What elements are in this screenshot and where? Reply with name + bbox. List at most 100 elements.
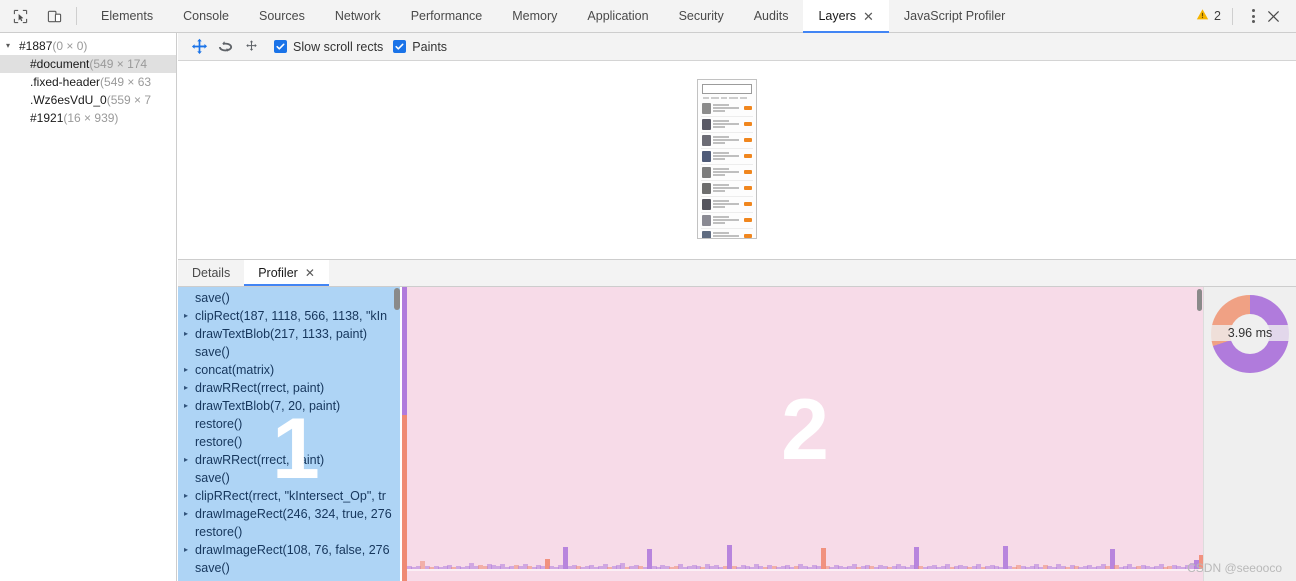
inspect-cursor-icon[interactable] (6, 4, 34, 28)
thumbnail-avatar (702, 183, 711, 194)
layer-node-name: #document (30, 57, 89, 71)
command-list-scrollbar[interactable] (394, 288, 400, 310)
tab-application[interactable]: Application (572, 0, 663, 33)
thumbnail-profile-card (701, 101, 753, 117)
paint-command-text: clipRect(187, 1118, 566, 1138, "kIn (195, 309, 387, 323)
tab-label: Performance (411, 9, 483, 23)
thumbnail-action-button (744, 122, 752, 126)
warning-counter[interactable]: 2 (1196, 8, 1221, 24)
thumbnail-avatar (702, 103, 711, 114)
subtab-close-icon[interactable]: ✕ (305, 266, 315, 280)
paint-canvas[interactable]: 2 (407, 287, 1203, 581)
expand-caret-icon[interactable]: ▸ (184, 509, 195, 518)
subtab-details[interactable]: Details (178, 260, 244, 286)
subtab-profiler[interactable]: Profiler ✕ (244, 260, 329, 286)
pan-move-icon[interactable] (186, 36, 212, 58)
layer-tree-row-document[interactable]: #document (549 × 174 (0, 55, 176, 73)
thumbnail-profile-card (701, 181, 753, 197)
layer-tree-row-1887[interactable]: ▾ #1887 (0 × 0) (0, 37, 176, 55)
paint-command-row[interactable]: ▸drawImageRect(246, 324, true, 276 (178, 505, 400, 523)
expand-caret-icon[interactable]: ▸ (184, 401, 195, 410)
paint-command-row[interactable]: ▸drawImageRect(108, 76, false, 276 (178, 541, 400, 559)
paint-area-scrollbar[interactable] (1197, 289, 1202, 311)
twisty-icon[interactable]: ▾ (6, 41, 16, 50)
tab-console[interactable]: Console (168, 0, 244, 33)
checkbox-slow-scroll-rects[interactable]: Slow scroll rects (274, 40, 383, 54)
paint-command-row[interactable]: ▸drawTextBlob(217, 1133, paint) (178, 325, 400, 343)
reset-transform-icon[interactable] (238, 36, 264, 58)
thumbnail-avatar (702, 135, 711, 146)
expand-caret-icon[interactable]: ▸ (184, 311, 195, 320)
checkbox-paints[interactable]: Paints (393, 40, 447, 54)
paint-command-text: drawImageRect(246, 324, true, 276 (195, 507, 392, 521)
histogram-baseline (407, 569, 1203, 571)
thumbnail-header-bar (702, 84, 752, 94)
tab-memory[interactable]: Memory (497, 0, 572, 33)
paint-command-text: restore() (195, 525, 242, 539)
expand-caret-icon[interactable]: ▸ (184, 455, 195, 464)
layer-thumbnail[interactable] (697, 79, 757, 239)
thumbnail-profile-card (701, 229, 753, 239)
paint-command-row[interactable]: ▸concat(matrix) (178, 361, 400, 379)
tab-close-icon[interactable]: ✕ (863, 10, 874, 23)
tab-label: Application (587, 9, 648, 23)
layer-tree-row-fixed-header[interactable]: .fixed-header (549 × 63 (0, 73, 176, 91)
device-toolbar-icon[interactable] (40, 4, 68, 28)
layer-node-dimensions: (559 × 7 (107, 93, 151, 107)
tab-label: Elements (101, 9, 153, 23)
layer-3d-canvas[interactable] (178, 61, 1296, 259)
layer-node-dimensions: (549 × 63 (100, 75, 151, 89)
thumbnail-avatar (702, 151, 711, 162)
close-icon[interactable] (1262, 5, 1284, 27)
paint-command-row[interactable]: ▸save() (178, 343, 400, 361)
expand-caret-icon[interactable]: ▸ (184, 545, 195, 554)
thumbnail-avatar (702, 199, 711, 210)
expand-caret-icon[interactable]: ▸ (184, 491, 195, 500)
thumbnail-action-button (744, 170, 752, 174)
paint-command-row[interactable]: ▸save() (178, 559, 400, 577)
tab-label: Console (183, 9, 229, 23)
topbar-right-controls: 2 (1196, 0, 1296, 33)
tab-sources[interactable]: Sources (244, 0, 320, 33)
expand-caret-icon[interactable]: ▸ (184, 383, 195, 392)
warning-count: 2 (1214, 9, 1221, 23)
thumbnail-action-button (744, 106, 752, 110)
thumbnail-avatar (702, 215, 711, 226)
tab-network[interactable]: Network (320, 0, 396, 33)
paint-command-row[interactable]: ▸restore() (178, 523, 400, 541)
tab-javascript-profiler[interactable]: JavaScript Profiler (889, 0, 1020, 33)
paint-command-text: drawRRect(rrect, paint) (195, 381, 324, 395)
tab-performance[interactable]: Performance (396, 0, 498, 33)
layer-node-dimensions: (549 × 174 (89, 57, 147, 71)
tab-layers[interactable]: Layers ✕ (803, 0, 888, 33)
layer-tree-row-wz6esvdu[interactable]: .Wz6esVdU_0 (559 × 7 (0, 91, 176, 109)
expand-caret-icon[interactable]: ▸ (184, 329, 195, 338)
checkbox-checked-icon[interactable] (393, 40, 406, 53)
layer-node-name: .Wz6esVdU_0 (30, 93, 107, 107)
tab-audits[interactable]: Audits (739, 0, 804, 33)
paint-command-row[interactable]: ▸save() (178, 289, 400, 307)
kebab-menu-icon[interactable] (1244, 5, 1262, 27)
paint-command-row[interactable]: ▸drawRRect(rrect, paint) (178, 379, 400, 397)
paint-command-row[interactable]: ▸clipRect(187, 1118, 566, 1138, "kIn (178, 307, 400, 325)
thumbnail-action-button (744, 218, 752, 222)
rotate-icon[interactable] (212, 36, 238, 58)
donut-total-time: 3.96 ms (1205, 325, 1295, 341)
warning-triangle-icon (1196, 8, 1209, 24)
tab-label: Sources (259, 9, 305, 23)
checkbox-checked-icon[interactable] (274, 40, 287, 53)
tab-elements[interactable]: Elements (86, 0, 168, 33)
thumbnail-action-button (744, 186, 752, 190)
expand-caret-icon[interactable]: ▸ (184, 365, 195, 374)
layer-tree-row-1921[interactable]: #1921 (16 × 939) (0, 109, 176, 127)
thumbnail-profile-card (701, 213, 753, 229)
layer-tree-sidebar[interactable]: ▾ #1887 (0 × 0) #document (549 × 174 .fi… (0, 33, 177, 581)
tab-security[interactable]: Security (664, 0, 739, 33)
profiler-right-gutter: 3.96 ms (1203, 287, 1296, 581)
tab-label: Memory (512, 9, 557, 23)
tab-label: Layers (818, 9, 856, 23)
subtab-label: Details (192, 266, 230, 280)
tab-label: Network (335, 9, 381, 23)
toolbar-divider (76, 7, 77, 25)
layer-node-dimensions: (0 × 0) (52, 39, 87, 53)
